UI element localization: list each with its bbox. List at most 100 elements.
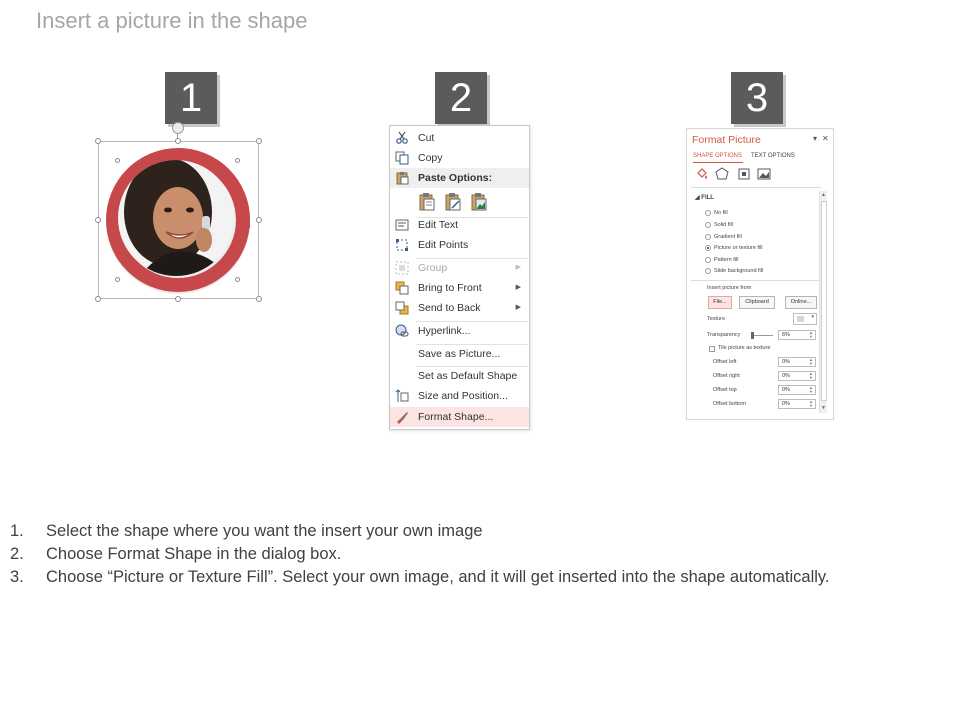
format-picture-pane[interactable]: Format Picture ▾ ✕ SHAPE OPTIONS TEXT OP… — [686, 128, 834, 420]
menu-item-label: Edit Points — [418, 239, 469, 251]
radio-label: Gradient fill — [714, 234, 742, 240]
menu-item-copy[interactable]: Copy — [390, 148, 529, 168]
edit-points-icon — [396, 239, 408, 251]
resize-handle-top-left[interactable] — [95, 138, 101, 144]
resize-handle-top[interactable] — [175, 138, 181, 144]
selected-shape-group[interactable] — [95, 122, 262, 302]
insert-from-label: Insert picture from — [707, 285, 752, 291]
effects-icon[interactable] — [715, 167, 729, 181]
step-number-1: 1 — [165, 72, 217, 124]
picture-icon[interactable] — [757, 167, 771, 181]
paste-picture-icon[interactable] — [470, 192, 488, 212]
spinner-arrows-icon[interactable]: ▲ ▼ — [809, 386, 813, 394]
submenu-arrow-icon: ▶ — [515, 304, 521, 311]
spinner-arrows-icon[interactable]: ▲ ▼ — [809, 372, 813, 380]
selection-frame — [98, 141, 259, 299]
transparency-slider[interactable] — [751, 335, 773, 336]
transparency-value: 6% — [782, 332, 790, 338]
menu-item-group[interactable]: Group ▶ — [390, 258, 529, 278]
section-label: FILL — [701, 195, 714, 201]
format-shape-icon — [397, 412, 408, 424]
inner-handle-top-left[interactable] — [115, 158, 120, 163]
inner-handle-bottom-right[interactable] — [235, 277, 240, 282]
tab-text-options[interactable]: TEXT OPTIONS — [751, 153, 795, 159]
radio-button[interactable] — [705, 234, 711, 240]
menu-item-edit-points[interactable]: Edit Points — [390, 235, 529, 255]
file-button[interactable]: File... — [708, 296, 732, 309]
menu-item-hyperlink[interactable]: Hyperlink... — [390, 321, 529, 341]
offset-left-spinner[interactable]: 0% ▲ ▼ — [778, 357, 816, 367]
offset-bottom-spinner[interactable]: 0% ▲ ▼ — [778, 399, 816, 409]
scroll-down-icon[interactable]: ▼ — [821, 405, 826, 411]
inner-handle-bottom-left[interactable] — [115, 277, 120, 282]
clipboard-button[interactable]: Clipboard — [739, 296, 775, 309]
radio-button[interactable] — [705, 222, 711, 228]
offset-top-spinner[interactable]: 0% ▲ ▼ — [778, 385, 816, 395]
pane-scrollbar[interactable]: ▲ ▼ — [819, 191, 827, 413]
texture-label: Texture — [707, 316, 726, 322]
scrollbar-thumb[interactable] — [821, 201, 827, 401]
resize-handle-left[interactable] — [95, 217, 101, 223]
menu-item-edit-text[interactable]: Edit Text — [390, 215, 529, 235]
radio-button[interactable] — [705, 268, 711, 274]
menu-item-format-shape[interactable]: Format Shape... — [390, 407, 529, 427]
submenu-arrow-icon: ▶ — [515, 264, 521, 271]
instruction-number: 1. — [10, 522, 24, 540]
resize-handle-bottom[interactable] — [175, 296, 181, 302]
scissors-icon — [396, 131, 408, 144]
instruction-item: 1. Select the shape where you want the i… — [10, 520, 950, 543]
radio-label: Pattern fill — [714, 257, 739, 263]
spinner-arrows-icon[interactable]: ▲ ▼ — [809, 358, 813, 366]
radio-button-selected[interactable] — [705, 245, 711, 251]
resize-handle-right[interactable] — [256, 217, 262, 223]
tile-checkbox[interactable] — [709, 346, 715, 352]
close-icon[interactable]: ✕ — [822, 134, 829, 143]
group-icon — [395, 261, 409, 275]
pane-divider — [691, 187, 821, 188]
spinner-arrows-icon[interactable]: ▲ ▼ — [809, 331, 813, 339]
inner-handle-top-right[interactable] — [235, 158, 240, 163]
paste-dest-theme-icon[interactable] — [444, 192, 462, 212]
spinner-arrows-icon[interactable]: ▲ ▼ — [809, 400, 813, 408]
context-menu[interactable]: Cut Copy Paste Options: Edit Text Edit P… — [389, 125, 530, 430]
menu-item-set-default-shape[interactable]: Set as Default Shape — [390, 366, 529, 386]
online-button[interactable]: Online... — [785, 296, 817, 309]
menu-item-send-to-back[interactable]: Send to Back ▶ — [390, 298, 529, 318]
resize-handle-top-right[interactable] — [256, 138, 262, 144]
rotate-handle[interactable] — [172, 122, 184, 134]
resize-handle-bottom-right[interactable] — [256, 296, 262, 302]
menu-item-label: Save as Picture... — [418, 348, 501, 360]
radio-button[interactable] — [705, 257, 711, 263]
menu-item-label: Edit Text — [418, 219, 459, 231]
transparency-spinner[interactable]: 6% ▲ ▼ — [778, 330, 816, 340]
submenu-arrow-icon: ▶ — [515, 284, 521, 291]
menu-item-label: Bring to Front — [418, 282, 482, 294]
transparency-slider-thumb[interactable] — [751, 332, 754, 339]
radio-label: No fill — [714, 210, 728, 216]
menu-item-label: Set as Default Shape — [418, 370, 518, 382]
fill-section-header[interactable]: ◢ FILL — [695, 194, 714, 201]
edit-text-icon — [395, 219, 409, 231]
radio-button[interactable] — [705, 210, 711, 216]
instruction-item: 2. Choose Format Shape in the dialog box… — [10, 543, 950, 566]
paste-keep-source-icon[interactable] — [418, 192, 436, 212]
clipboard-icon — [396, 172, 409, 185]
pane-options-dropdown-icon[interactable]: ▾ — [813, 134, 817, 143]
menu-item-save-as-picture[interactable]: Save as Picture... — [390, 344, 529, 364]
offset-bottom-label: Offset bottom — [713, 401, 746, 407]
menu-item-bring-to-front[interactable]: Bring to Front ▶ — [390, 278, 529, 298]
scroll-up-icon[interactable]: ▲ — [821, 192, 826, 198]
instruction-text: Choose “Picture or Texture Fill”. Select… — [46, 568, 830, 586]
resize-handle-bottom-left[interactable] — [95, 296, 101, 302]
menu-item-size-position[interactable]: Size and Position... — [390, 386, 529, 406]
fill-line-icon[interactable] — [695, 167, 709, 181]
size-properties-icon[interactable] — [737, 167, 751, 181]
tab-shape-options[interactable]: SHAPE OPTIONS — [693, 153, 742, 159]
menu-item-cut[interactable]: Cut — [390, 128, 529, 148]
texture-dropdown[interactable]: ▾ — [793, 313, 817, 325]
offset-right-spinner[interactable]: 0% ▲ ▼ — [778, 371, 816, 381]
pane-divider — [691, 280, 821, 281]
offset-right-value: 0% — [782, 373, 790, 379]
menu-header-paste-options: Paste Options: — [390, 168, 529, 188]
offset-left-label: Offset left — [713, 359, 737, 365]
